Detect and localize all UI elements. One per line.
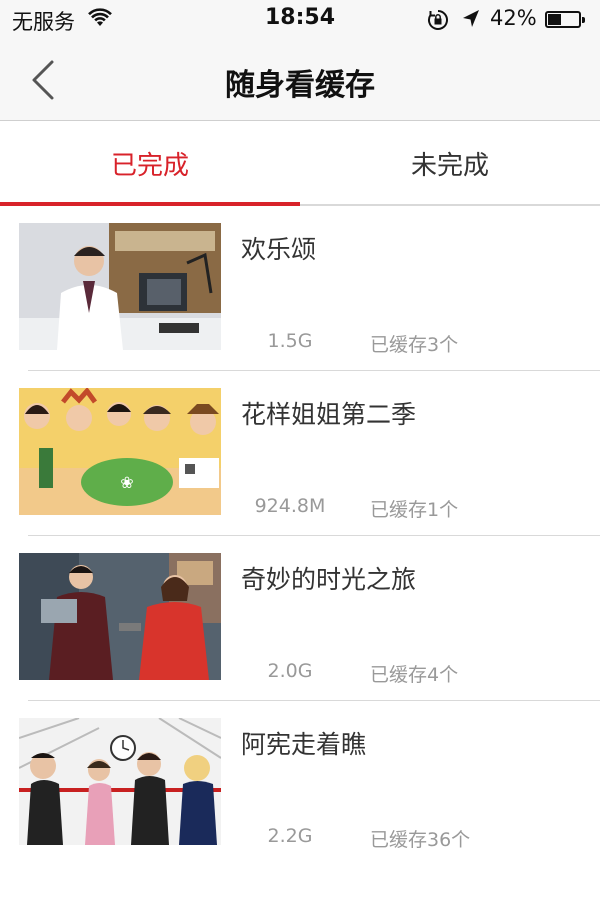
status-bar: 无服务 18:54 42% bbox=[0, 0, 600, 40]
list-item[interactable]: 奇妙的时光之旅 2.0G 已缓存4个 bbox=[0, 536, 600, 701]
battery-percent: 42% bbox=[490, 6, 537, 30]
video-thumbnail bbox=[19, 718, 221, 845]
tab-incomplete-label: 未完成 bbox=[410, 151, 489, 181]
list-item[interactable]: ❀ 花样姐姐第二季 924.8M 已缓存1个 bbox=[0, 371, 600, 536]
tab-incomplete[interactable]: 未完成 bbox=[300, 121, 600, 204]
video-size: 2.2G bbox=[267, 825, 313, 847]
tab-completed[interactable]: 已完成 bbox=[0, 121, 300, 206]
svg-text:❀: ❀ bbox=[120, 473, 133, 492]
navigation-bar: 随身看缓存 bbox=[0, 40, 600, 121]
battery-icon bbox=[545, 11, 585, 28]
video-size: 2.0G bbox=[267, 660, 313, 682]
cached-count: 已缓存4个 bbox=[370, 664, 459, 686]
video-title: 奇妙的时光之旅 bbox=[241, 565, 417, 594]
cached-count: 已缓存36个 bbox=[370, 829, 471, 851]
cached-count: 已缓存1个 bbox=[370, 499, 459, 521]
orientation-lock-icon bbox=[427, 9, 449, 35]
list-item[interactable]: 欢乐颂 1.5G 已缓存3个 bbox=[0, 206, 600, 371]
video-title: 欢乐颂 bbox=[241, 235, 317, 264]
location-arrow-icon bbox=[462, 9, 480, 33]
cached-count: 已缓存3个 bbox=[370, 334, 459, 356]
video-thumbnail: ❀ bbox=[19, 388, 221, 515]
video-title: 阿宪走着瞧 bbox=[241, 730, 367, 759]
video-size: 1.5G bbox=[267, 330, 313, 352]
video-title: 花样姐姐第二季 bbox=[241, 400, 417, 429]
video-thumbnail bbox=[19, 553, 221, 680]
page-title: 随身看缓存 bbox=[225, 68, 375, 103]
video-thumbnail bbox=[19, 223, 221, 350]
tab-bar: 已完成 未完成 bbox=[0, 121, 600, 206]
video-size: 924.8M bbox=[254, 495, 326, 517]
tab-completed-label: 已完成 bbox=[110, 151, 189, 181]
list-item[interactable]: 阿宪走着瞧 2.2G 已缓存36个 bbox=[0, 701, 600, 866]
